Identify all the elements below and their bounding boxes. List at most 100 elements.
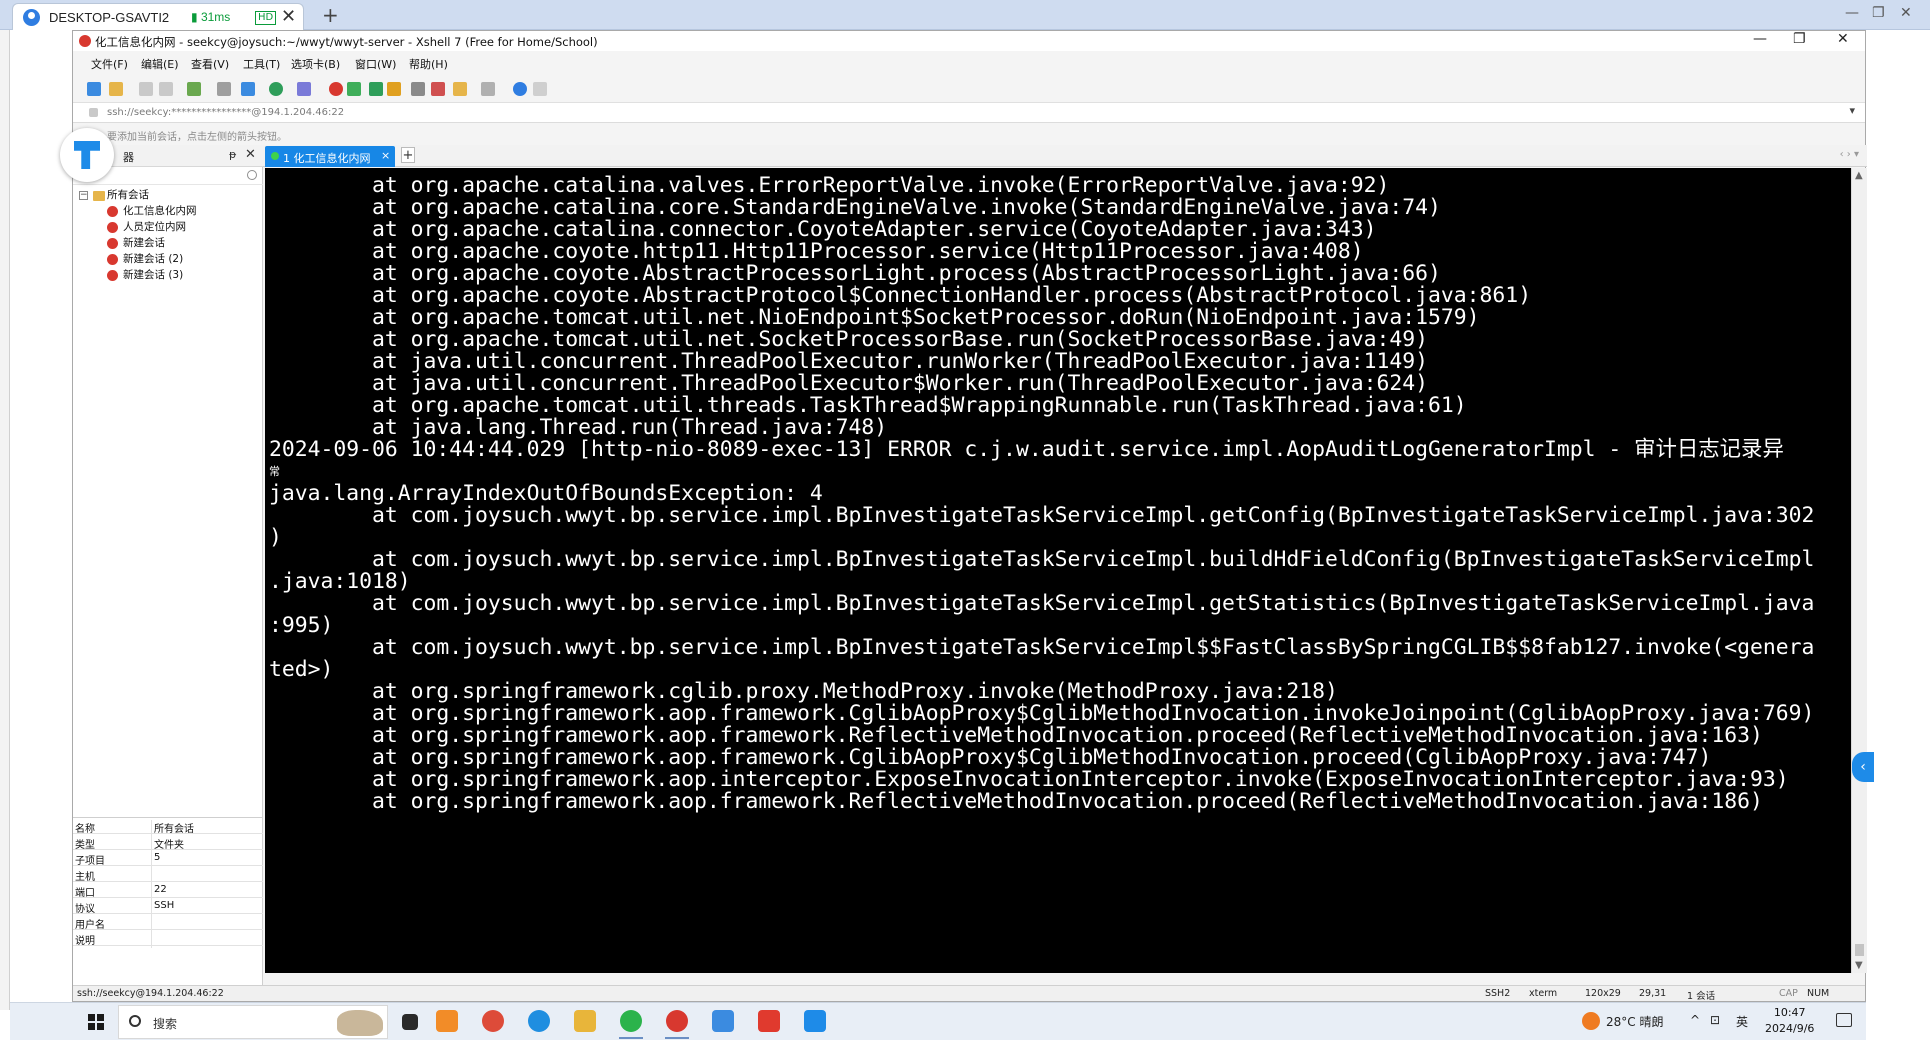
terminal-line: at org.springframework.aop.interceptor.E… — [269, 767, 1789, 792]
quality-badge[interactable]: HD — [255, 11, 277, 25]
remote-app-icon[interactable] — [804, 1010, 826, 1032]
menu-edit[interactable]: 编辑(E) — [141, 56, 179, 72]
terminal-scrollbar[interactable]: ▲ ▼ — [1851, 168, 1867, 973]
edge-icon[interactable] — [528, 1010, 550, 1032]
new-session-icon[interactable] — [87, 82, 101, 96]
search-icon — [129, 1015, 141, 1027]
lock-icon[interactable] — [387, 82, 401, 96]
open-folder-icon[interactable] — [109, 82, 123, 96]
address-text[interactable]: ssh://seekcy:****************@194.1.204.… — [107, 107, 344, 118]
scroll-up-icon[interactable]: ▲ — [1855, 170, 1863, 181]
tree-collapse-toggle[interactable]: − — [79, 191, 88, 200]
remote-session-tab[interactable]: DESKTOP-GSAVTI2 ▮ 31ms HD ✕ — [12, 3, 304, 30]
terminal-output[interactable]: at org.apache.catalina.valves.ErrorRepor… — [265, 168, 1851, 973]
globe-icon[interactable] — [269, 82, 283, 96]
property-row: 主机 — [73, 866, 263, 884]
scroll-down-icon[interactable]: ▼ — [1855, 960, 1863, 971]
search-highlight-image — [337, 1010, 383, 1036]
remote-minimize-button[interactable]: — — [1845, 5, 1859, 21]
taskbar-search-box[interactable]: 搜索 — [118, 1005, 388, 1039]
tree-root-all-sessions[interactable]: 所有会话 — [107, 187, 149, 203]
chevron-down-icon[interactable]: ▾ — [1849, 104, 1855, 117]
session-manager-panel: 器 ᵽ ✕ − 所有会话 化工信息化内网 人员定位内网 新建会话 新建会话 (2… — [73, 145, 263, 985]
remote-restore-button[interactable]: ❐ — [1872, 5, 1885, 21]
menu-help[interactable]: 帮助(H) — [409, 56, 448, 72]
new-tab-button[interactable]: + — [401, 147, 415, 163]
terminal-line: :995) — [269, 613, 334, 638]
session-item-chem-intranet[interactable]: 化工信息化内网 — [123, 203, 197, 219]
copy-icon[interactable] — [241, 82, 255, 96]
app-store-icon[interactable] — [436, 1010, 458, 1032]
weather-text[interactable]: 28°C 晴朗 — [1606, 1013, 1663, 1030]
transfer-icon[interactable] — [453, 82, 467, 96]
terminal-line: at org.apache.coyote.AbstractProcessorLi… — [269, 261, 1441, 286]
connect-icon[interactable] — [139, 82, 153, 96]
script-icon[interactable] — [431, 82, 445, 96]
notification-icon[interactable] — [1836, 1013, 1852, 1027]
session-icon — [107, 206, 118, 217]
session-item-new-2[interactable]: 新建会话 (2) — [123, 251, 183, 267]
new-remote-tab-button[interactable]: + — [322, 3, 339, 27]
session-item-personnel-intranet[interactable]: 人员定位内网 — [123, 219, 186, 235]
menu-window[interactable]: 窗口(W) — [355, 56, 396, 72]
property-key: 协议 — [75, 904, 95, 915]
chrome-icon[interactable] — [482, 1010, 504, 1032]
layout-icon[interactable] — [481, 82, 495, 96]
find-icon[interactable] — [217, 82, 231, 96]
search-icon[interactable] — [247, 170, 257, 180]
taskbar-clock[interactable]: 10:47 2024/9/6 — [1765, 1005, 1814, 1037]
remote-close-button[interactable]: ✕ — [1900, 5, 1912, 21]
close-tab-icon[interactable]: × — [381, 149, 390, 162]
menu-file[interactable]: 文件(F) — [91, 56, 128, 72]
xftp-taskbar-icon[interactable] — [712, 1010, 734, 1032]
terminal-line: at org.apache.catalina.valves.ErrorRepor… — [269, 173, 1390, 198]
tab-chem-intranet[interactable]: 1 化工信息化内网 × — [265, 146, 395, 167]
xshell-icon[interactable] — [329, 82, 343, 96]
file-explorer-icon[interactable] — [574, 1010, 596, 1032]
restore-button[interactable]: ❐ — [1793, 31, 1806, 47]
property-value — [151, 932, 261, 948]
session-tab-bar: 1 化工信息化内网 × + ‹ › ▾ — [263, 145, 1867, 167]
menu-tab[interactable]: 选项卡(B) — [291, 56, 340, 72]
terminal-line: at org.springframework.aop.framework.Ref… — [269, 723, 1763, 748]
pin-icon[interactable]: ᵽ — [229, 148, 236, 161]
scrollbar-thumb[interactable] — [1855, 944, 1864, 956]
reconnect-icon[interactable] — [187, 82, 201, 96]
tab-navigation[interactable]: ‹ › ▾ — [1840, 149, 1859, 160]
property-row: 说明 — [73, 930, 263, 948]
help-icon[interactable] — [513, 82, 527, 96]
address-bar[interactable]: ssh://seekcy:****************@194.1.204.… — [73, 103, 1865, 123]
close-button[interactable]: ✕ — [1837, 31, 1849, 47]
input-method-indicator[interactable]: 英 — [1736, 1013, 1748, 1030]
hint-text: 要添加当前会话，点击左侧的箭头按钮。 — [107, 132, 287, 143]
status-cap: CAP — [1779, 988, 1798, 999]
network-icon[interactable]: ⊡ — [1710, 1013, 1720, 1027]
wps-icon[interactable] — [758, 1010, 780, 1032]
menu-view[interactable]: 查看(V) — [191, 56, 229, 72]
browser-360-icon[interactable] — [620, 1010, 642, 1032]
disconnect-icon[interactable] — [159, 82, 173, 96]
fullscreen-icon[interactable] — [369, 82, 383, 96]
chat-icon[interactable] — [533, 82, 547, 96]
side-panel-collapse-button[interactable]: ‹ — [1852, 752, 1874, 782]
task-view-icon[interactable] — [402, 1014, 418, 1030]
session-item-new-3[interactable]: 新建会话 (3) — [123, 267, 183, 283]
close-panel-button[interactable]: ✕ — [245, 147, 256, 162]
xshell-taskbar-icon[interactable] — [666, 1010, 688, 1032]
screen-bottom-strip — [0, 1040, 1930, 1050]
xftp-icon[interactable] — [347, 82, 361, 96]
font-icon[interactable] — [297, 82, 311, 96]
weather-icon[interactable] — [1582, 1012, 1600, 1030]
minimize-button[interactable]: — — [1753, 31, 1767, 47]
menu-tools[interactable]: 工具(T) — [243, 56, 280, 72]
floating-app-icon[interactable] — [60, 128, 114, 182]
windows-taskbar: 搜索 28°C 晴朗 ^ ⊡ 英 10:47 2024/9/6 — [10, 1002, 1866, 1040]
clock-time: 10:47 — [1773, 1006, 1806, 1019]
windows-start-icon[interactable] — [88, 1014, 104, 1030]
keyboard-icon[interactable] — [411, 82, 425, 96]
session-item-new[interactable]: 新建会话 — [123, 235, 165, 251]
search-placeholder: 搜索 — [153, 1017, 178, 1031]
tray-overflow-icon[interactable]: ^ — [1690, 1013, 1700, 1027]
status-sessions: 1 会话 — [1687, 991, 1716, 1002]
close-remote-tab-button[interactable]: ✕ — [281, 6, 296, 27]
